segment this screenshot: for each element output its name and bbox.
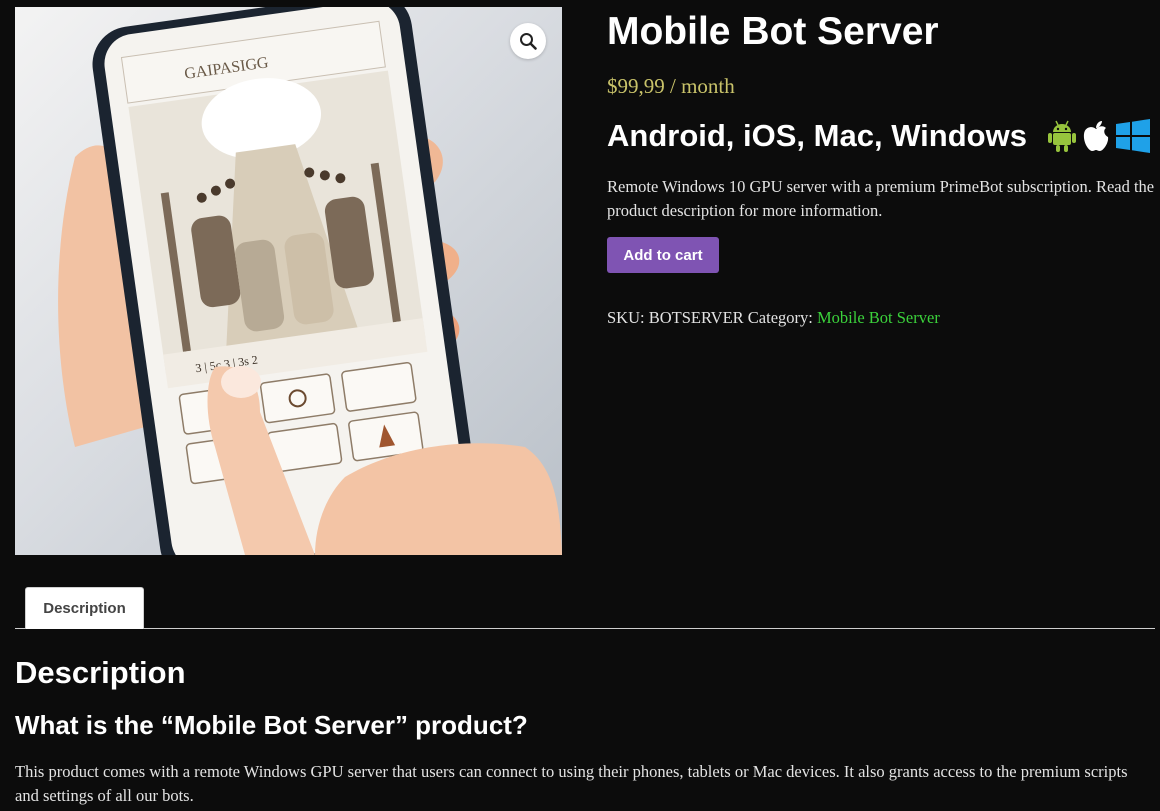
zoom-button[interactable] (510, 23, 546, 59)
short-description: Remote Windows 10 GPU server with a prem… (607, 177, 1155, 220)
platforms-row: Android, iOS, Mac, Windows (607, 118, 1151, 154)
magnifier-icon (520, 33, 537, 50)
category-label: Category: (747, 308, 813, 327)
platforms-heading: Android, iOS, Mac, Windows (607, 118, 1027, 153)
product-meta: SKU: BOTSERVER Category: Mobile Bot Serv… (607, 308, 940, 328)
phone-in-hand-illustration: GAIPASIGG 3 | 5c.3 | 3s 2 (58, 7, 562, 555)
windows-icon (1115, 119, 1150, 153)
tabs-divider (15, 628, 1155, 629)
apple-icon (1083, 121, 1109, 151)
android-icon (1047, 120, 1076, 152)
product-title: Mobile Bot Server (607, 10, 939, 53)
sku-label: SKU: (607, 308, 645, 327)
category-link[interactable]: Mobile Bot Server (817, 308, 940, 327)
description-heading: Description (15, 655, 186, 690)
add-to-cart-button[interactable]: Add to cart (607, 237, 719, 273)
description-body: This product comes with a remote Windows… (15, 762, 1128, 805)
product-price: $99,99 / month (607, 74, 735, 98)
os-icons (1047, 118, 1151, 154)
tab-description[interactable]: Description (25, 587, 144, 629)
sku-value: BOTSERVER (648, 308, 744, 327)
product-image[interactable]: GAIPASIGG 3 | 5c.3 | 3s 2 (15, 7, 562, 555)
description-subheading: What is the “Mobile Bot Server” product? (15, 710, 528, 740)
